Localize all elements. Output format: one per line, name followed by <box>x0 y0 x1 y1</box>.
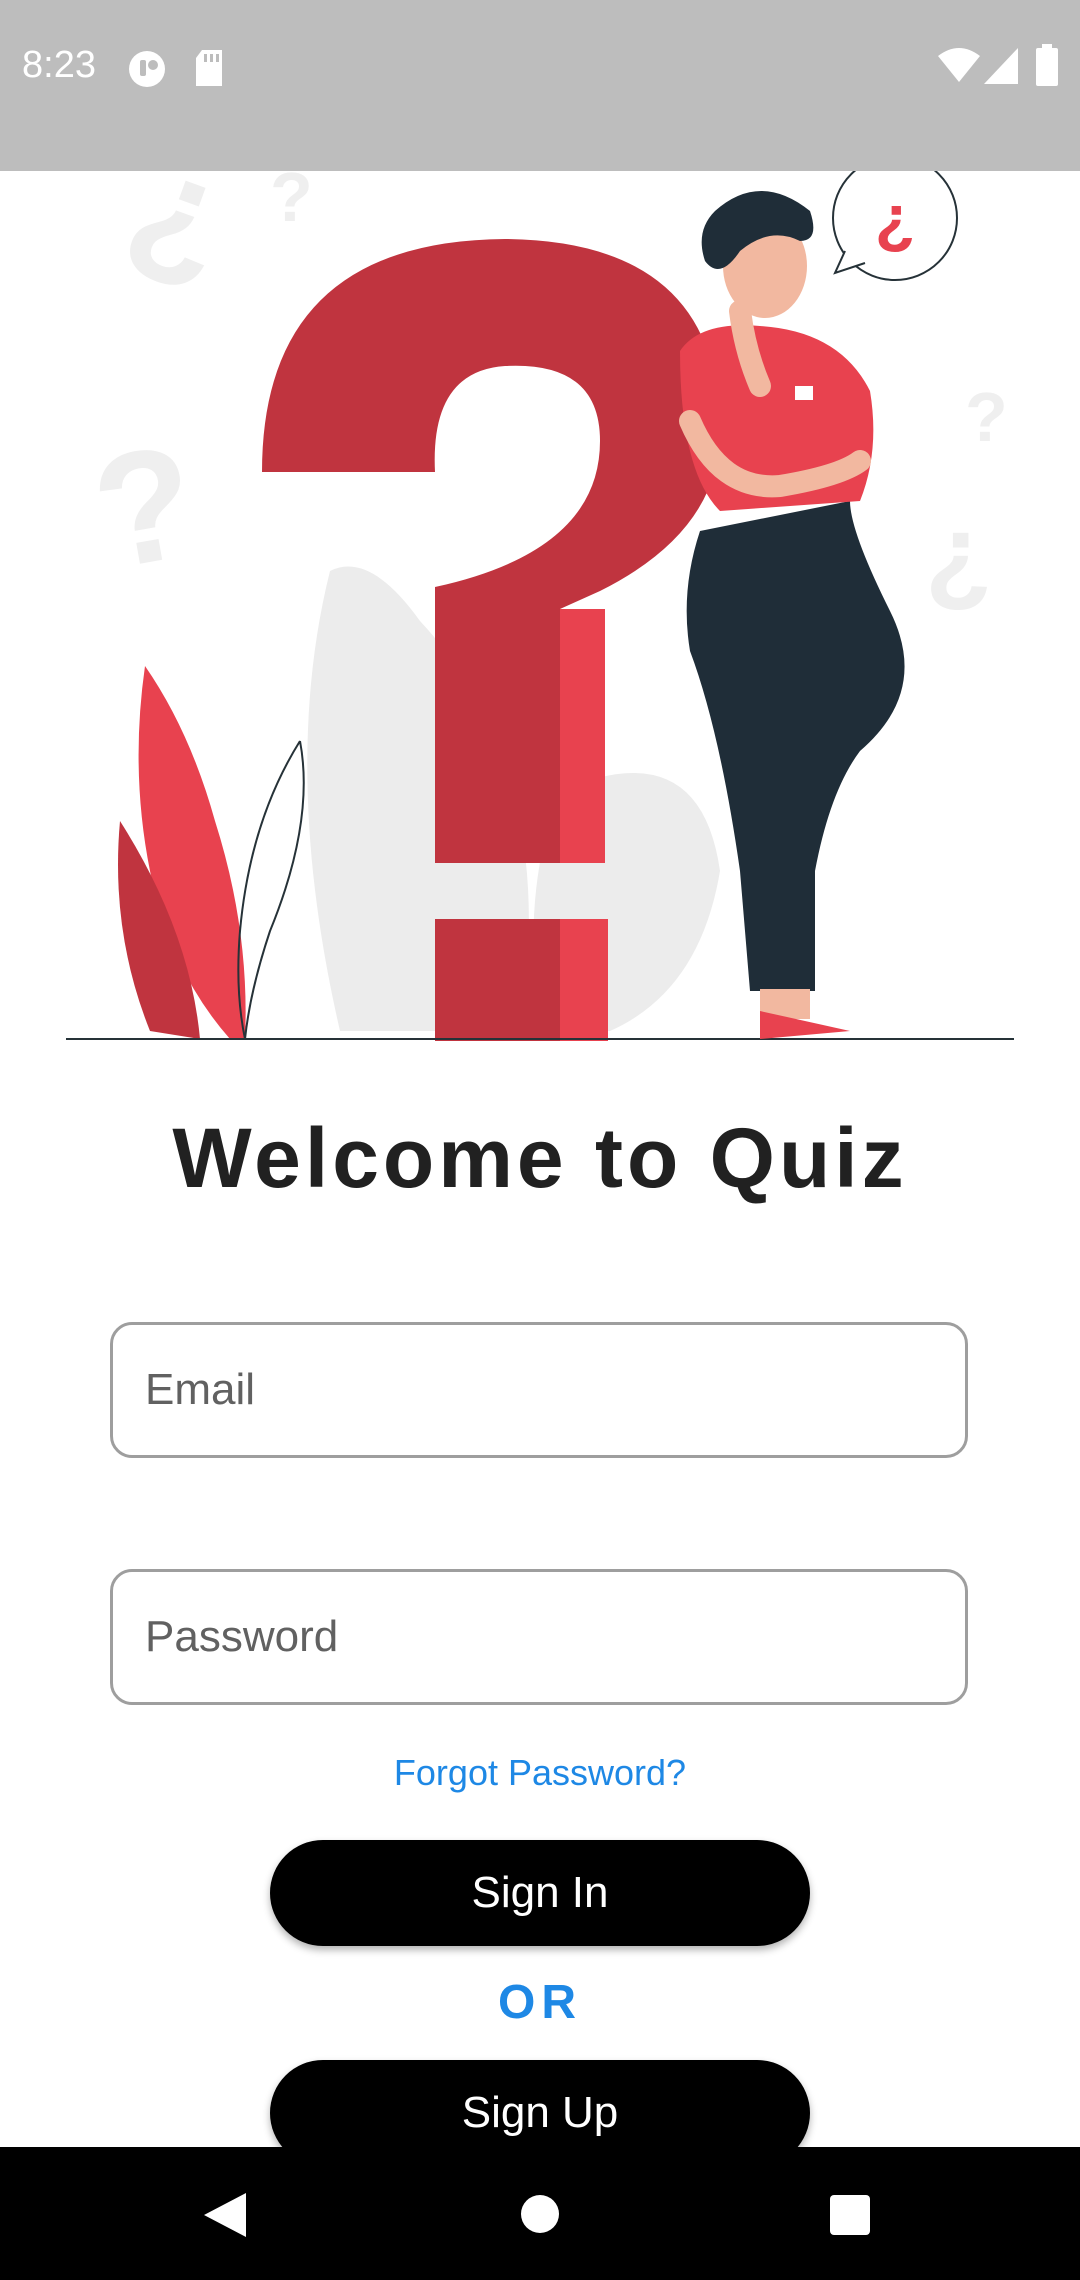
or-divider-text: OR <box>498 1976 582 2029</box>
plant-left <box>118 666 305 1040</box>
back-icon[interactable] <box>204 2193 246 2237</box>
svg-text:?: ? <box>965 378 1008 456</box>
password-field[interactable] <box>110 1569 968 1705</box>
speech-bubble: ¿ <box>832 171 958 281</box>
forgot-password-link[interactable]: Forgot Password? <box>0 1752 1080 1794</box>
svg-text:¿: ¿ <box>112 171 256 304</box>
sd-card-icon <box>196 50 222 86</box>
email-field[interactable] <box>110 1322 968 1458</box>
navigation-bar <box>0 2147 1080 2280</box>
app-notification-icon <box>129 51 165 87</box>
page-title: Welcome to Quiz <box>172 1111 908 1205</box>
sign-up-label: Sign Up <box>461 2088 619 2137</box>
home-icon[interactable] <box>520 2194 560 2234</box>
thinking-person <box>679 191 905 1039</box>
recents-icon[interactable] <box>830 2195 870 2235</box>
svg-text:?: ? <box>81 410 208 603</box>
svg-text:?: ? <box>270 171 313 236</box>
sign-in-button[interactable]: Sign In <box>270 1840 810 1946</box>
status-bar: 8:23 <box>0 0 1080 171</box>
status-time: 8:23 <box>22 44 96 86</box>
svg-text:¿: ¿ <box>925 492 992 615</box>
battery-icon <box>1036 44 1058 86</box>
signal-icon <box>984 48 1018 84</box>
bubble-glyph: ¿ <box>875 181 915 255</box>
quiz-illustration: ¿ ? ? ? ¿ ¿ <box>66 171 1014 1041</box>
wifi-icon <box>938 48 980 82</box>
sign-in-label: Sign In <box>471 1868 609 1917</box>
